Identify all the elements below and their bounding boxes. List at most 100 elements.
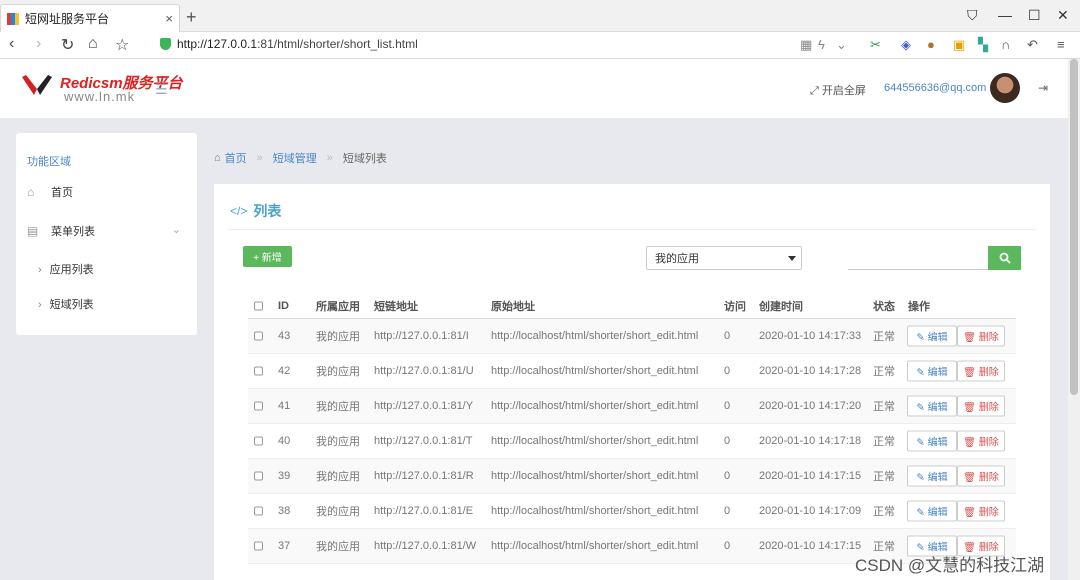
cell-short: http://127.0.0.1:81/R	[374, 470, 474, 482]
sidebar-subitem-apps[interactable]: › 应用列表	[38, 261, 94, 277]
cell-created: 2020-01-10 14:17:15	[759, 540, 862, 552]
code-icon: </>	[230, 204, 248, 218]
delete-button[interactable]: 🗑 删除	[957, 500, 1005, 522]
cell-created: 2020-01-10 14:17:18	[759, 435, 862, 447]
close-window-icon[interactable]: ✕	[1057, 7, 1069, 24]
sidebar-toggle-icon[interactable]: ☰	[155, 81, 168, 98]
search-input[interactable]	[848, 246, 988, 270]
browser-addressbar: ‹ › ↻ ⌂ ☆ http://127.0.0.1 :81/html/shor…	[0, 32, 1080, 59]
pin-window-icon[interactable]: ⛉	[967, 7, 978, 24]
dropdown-chevron-icon[interactable]: ⌄	[836, 37, 847, 53]
table-row: 38 我的应用 http://127.0.0.1:81/E http://localh…	[248, 494, 1016, 529]
headphones-icon[interactable]: ∩	[1001, 37, 1010, 52]
extension-badge-icon[interactable]: ▣	[953, 37, 965, 53]
edit-button[interactable]: ✎ 编辑	[907, 500, 957, 522]
fullscreen-button[interactable]: ⤢ 开启全屏	[810, 82, 866, 98]
logo-wing-icon	[22, 75, 52, 95]
cell-created: 2020-01-10 14:17:15	[759, 470, 862, 482]
cell-origin: http://localhost/html/shorter/short_edit…	[491, 505, 699, 517]
cell-visits: 0	[724, 330, 731, 342]
cell-id: 43	[278, 330, 291, 342]
panel-title-text: 列表	[253, 203, 282, 219]
undo-icon[interactable]: ↶	[1027, 37, 1038, 53]
panel-title: </> 列表	[230, 201, 281, 221]
secure-shield-icon	[160, 38, 171, 50]
cell-status: 正常	[873, 331, 895, 343]
cell-short: http://127.0.0.1:81/T	[374, 435, 473, 447]
extension-grid-icon[interactable]: ▚	[978, 37, 988, 53]
breadcrumb-section[interactable]: 短域管理	[273, 150, 317, 166]
bookmark-star-icon[interactable]: ☆	[115, 35, 129, 55]
cell-short: http://127.0.0.1:81/Y	[374, 400, 474, 412]
edit-button[interactable]: ✎ 编辑	[907, 360, 957, 382]
delete-button[interactable]: 🗑 删除	[957, 395, 1005, 417]
cell-created: 2020-01-10 14:17:28	[759, 365, 862, 377]
add-button[interactable]: + 新增	[243, 246, 292, 267]
sidebar-section-title: 功能区域	[27, 156, 71, 168]
edit-button[interactable]: ✎ 编辑	[907, 395, 957, 417]
table-row: 43 我的应用 http://127.0.0.1:81/I http://localh…	[248, 319, 1016, 354]
logout-icon[interactable]: ⇥	[1038, 81, 1048, 95]
list-icon: ▤	[27, 224, 39, 238]
browser-tab[interactable]: 短网址服务平台 ×	[0, 4, 180, 32]
col-actions: 操作	[908, 301, 930, 313]
lightning-icon[interactable]: ϟ	[818, 37, 825, 52]
url-field[interactable]: http://127.0.0.1 :81/html/shorter/short_…	[160, 37, 418, 51]
caret-down-icon	[788, 256, 796, 261]
cell-id: 37	[278, 540, 291, 552]
scissors-icon[interactable]: ✂	[870, 37, 881, 53]
breadcrumb-current: 短域列表	[342, 153, 387, 165]
delete-button[interactable]: 🗑 删除	[957, 430, 1005, 452]
extension-cube-icon[interactable]: ◈	[901, 37, 911, 53]
cookie-icon[interactable]: ●	[927, 37, 935, 52]
edit-button[interactable]: ✎ 编辑	[907, 465, 957, 487]
sidebar-subitem-shortlinks[interactable]: › 短域列表	[38, 296, 94, 312]
site-favicon-icon	[7, 12, 19, 25]
scrollbar-thumb[interactable]	[1070, 59, 1078, 395]
back-icon[interactable]: ‹	[9, 35, 14, 53]
edit-button[interactable]: ✎ 编辑	[907, 325, 957, 347]
qr-icon[interactable]: ▦	[800, 37, 812, 53]
col-short: 短链地址	[374, 301, 418, 313]
cell-short: http://127.0.0.1:81/W	[374, 540, 477, 552]
avatar[interactable]	[990, 73, 1020, 103]
edit-button[interactable]: ✎ 编辑	[907, 430, 957, 452]
brand-domain: www.ln.mk	[64, 89, 136, 104]
cell-created: 2020-01-10 14:17:20	[759, 400, 862, 412]
sidebar-item-home[interactable]: ⌂ 首页	[27, 184, 73, 200]
new-tab-icon[interactable]: +	[186, 7, 197, 28]
cell-visits: 0	[724, 435, 731, 447]
maximize-icon[interactable]: ☐	[1028, 7, 1041, 24]
menu-icon[interactable]: ≡	[1057, 37, 1065, 52]
chevron-down-icon[interactable]: ⌄	[172, 223, 181, 236]
home-icon[interactable]: ⌂	[88, 35, 98, 53]
col-app: 所属应用	[316, 301, 360, 313]
cell-visits: 0	[724, 470, 731, 482]
breadcrumb-separator: »	[326, 152, 333, 164]
cell-status: 正常	[873, 366, 895, 378]
delete-button[interactable]: 🗑 删除	[957, 360, 1005, 382]
forward-icon[interactable]: ›	[36, 35, 41, 53]
table-row: 39 我的应用 http://127.0.0.1:81/R http://localh…	[248, 459, 1016, 494]
breadcrumb-home[interactable]: 首页	[225, 150, 247, 166]
delete-button[interactable]: 🗑 删除	[957, 465, 1005, 487]
cell-short: http://127.0.0.1:81/E	[374, 505, 474, 517]
col-status: 状态	[873, 301, 895, 313]
tab-close-icon[interactable]: ×	[165, 11, 173, 26]
app-select[interactable]: 我的应用	[646, 246, 802, 270]
cell-visits: 0	[724, 365, 731, 377]
page-scrollbar[interactable]	[1068, 59, 1080, 580]
search-button[interactable]	[988, 246, 1021, 270]
sidebar-item-menu[interactable]: ▤ 菜单列表	[27, 223, 95, 239]
cell-origin: http://localhost/html/shorter/short_edit…	[491, 400, 699, 412]
minimize-icon[interactable]: —	[998, 7, 1012, 23]
user-email[interactable]: 644556636@qq.com	[884, 82, 986, 94]
cell-app: 我的应用	[316, 366, 360, 378]
chevron-right-icon: ›	[38, 264, 42, 276]
search-icon	[999, 252, 1011, 264]
reload-icon[interactable]: ↻	[61, 35, 74, 55]
cell-app: 我的应用	[316, 401, 360, 413]
cell-status: 正常	[873, 436, 895, 448]
divider	[228, 229, 1036, 230]
delete-button[interactable]: 🗑 删除	[957, 325, 1005, 347]
